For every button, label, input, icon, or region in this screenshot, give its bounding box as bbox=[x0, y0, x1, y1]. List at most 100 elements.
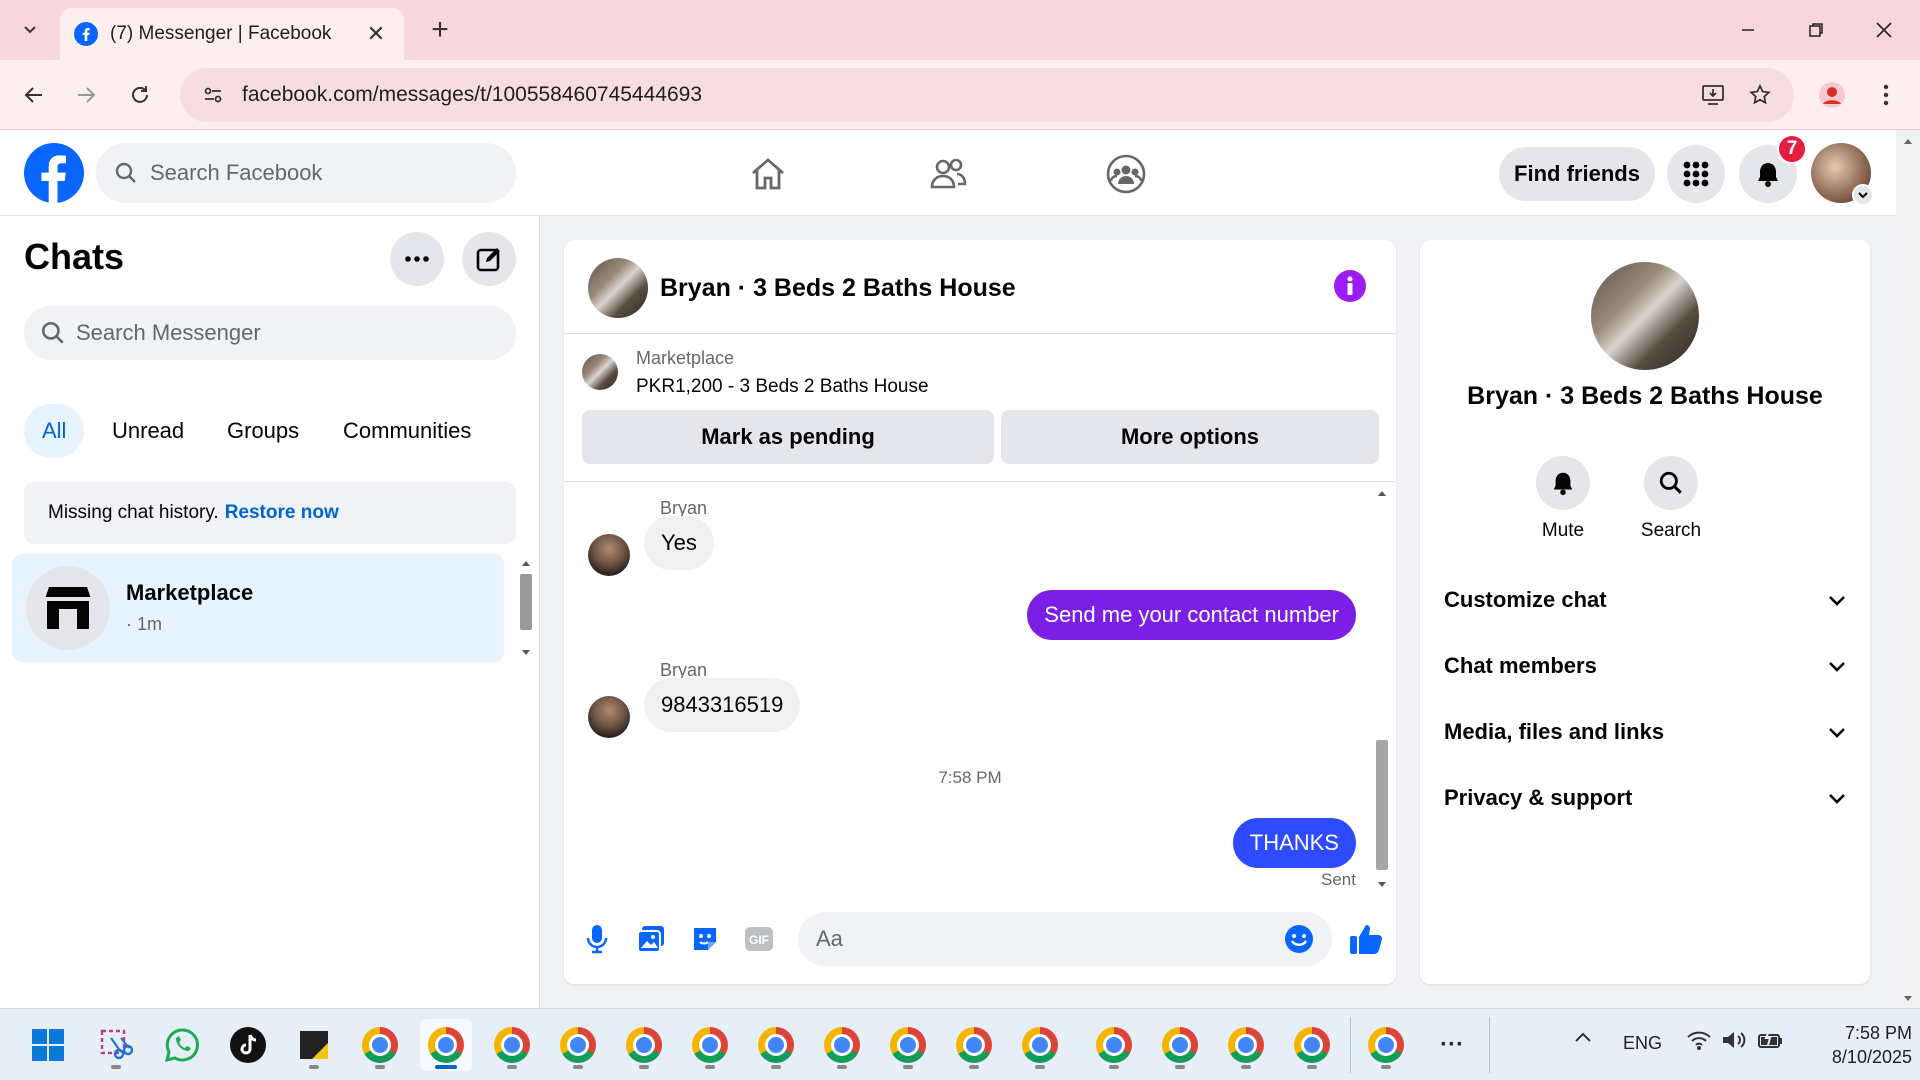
gif-button[interactable]: GIF bbox=[740, 920, 778, 958]
menu-button[interactable] bbox=[1667, 145, 1725, 203]
emoji-icon[interactable] bbox=[1284, 924, 1314, 954]
battery-icon[interactable] bbox=[1757, 1029, 1785, 1051]
tab-list-button[interactable] bbox=[10, 12, 50, 48]
chat-list-item[interactable]: Marketplace · 1m bbox=[12, 554, 504, 662]
tiktok-app[interactable] bbox=[222, 1019, 274, 1071]
chrome-icon bbox=[1096, 1027, 1132, 1063]
filter-groups[interactable]: Groups bbox=[209, 404, 317, 458]
conversation-avatar[interactable] bbox=[588, 258, 648, 318]
show-hidden-icons-button[interactable] bbox=[1574, 1031, 1592, 1043]
chrome-window-active[interactable] bbox=[420, 1019, 472, 1071]
chrome-window[interactable] bbox=[1360, 1019, 1412, 1071]
chrome-window[interactable] bbox=[1014, 1019, 1066, 1071]
messenger-search[interactable] bbox=[24, 306, 516, 360]
filter-communities[interactable]: Communities bbox=[325, 404, 489, 458]
mute-action[interactable]: Mute bbox=[1518, 456, 1608, 542]
messenger-search-input[interactable] bbox=[76, 320, 500, 346]
close-window-button[interactable] bbox=[1860, 10, 1908, 50]
sticker-button[interactable] bbox=[686, 920, 724, 958]
media-files-links-row[interactable]: Media, files and links bbox=[1432, 702, 1858, 762]
site-settings-icon[interactable] bbox=[202, 84, 224, 106]
privacy-support-row[interactable]: Privacy & support bbox=[1432, 768, 1858, 828]
chrome-window[interactable] bbox=[618, 1019, 670, 1071]
volume-icon[interactable] bbox=[1721, 1029, 1747, 1051]
conversation-info-button[interactable] bbox=[1334, 270, 1366, 302]
find-friends-button[interactable]: Find friends bbox=[1499, 147, 1655, 201]
attach-photo-button[interactable] bbox=[632, 920, 670, 958]
start-button[interactable] bbox=[22, 1019, 74, 1071]
address-bar[interactable]: facebook.com/messages/t/1005584607454446… bbox=[180, 68, 1794, 122]
missing-history-notice: Missing chat history. Restore now bbox=[24, 482, 516, 544]
message-bubble-outgoing[interactable]: Send me your contact number bbox=[1027, 590, 1356, 640]
new-message-button[interactable] bbox=[462, 232, 516, 286]
filter-unread[interactable]: Unread bbox=[94, 404, 202, 458]
message-input[interactable] bbox=[816, 926, 1284, 952]
facebook-search-input[interactable] bbox=[150, 160, 498, 186]
page-scrollbar[interactable] bbox=[1896, 130, 1920, 1008]
chat-members-row[interactable]: Chat members bbox=[1432, 636, 1858, 696]
mark-as-pending-button[interactable]: Mark as pending bbox=[582, 410, 994, 464]
home-tab[interactable] bbox=[738, 148, 798, 200]
more-apps-button[interactable]: ··· bbox=[1426, 1019, 1478, 1071]
details-avatar[interactable] bbox=[1591, 262, 1699, 370]
wifi-icon[interactable] bbox=[1686, 1029, 1712, 1051]
chrome-window[interactable] bbox=[1154, 1019, 1206, 1071]
restore-button[interactable] bbox=[1792, 10, 1840, 50]
chrome-window[interactable] bbox=[1088, 1019, 1140, 1071]
chrome-window[interactable] bbox=[882, 1019, 934, 1071]
system-clock[interactable]: 7:58 PM 8/10/2025 bbox=[1794, 1021, 1912, 1069]
new-tab-button[interactable]: + bbox=[424, 13, 456, 46]
chrome-window[interactable] bbox=[1286, 1019, 1338, 1071]
chrome-window[interactable] bbox=[552, 1019, 604, 1071]
restore-now-link[interactable]: Restore now bbox=[225, 502, 339, 524]
install-app-icon[interactable] bbox=[1700, 82, 1726, 108]
forward-button[interactable] bbox=[66, 75, 106, 115]
account-menu-button[interactable] bbox=[1852, 184, 1874, 206]
friends-tab[interactable] bbox=[918, 148, 978, 200]
listing-title[interactable]: PKR1,200 - 3 Beds 2 Baths House bbox=[636, 376, 929, 398]
chrome-window[interactable] bbox=[750, 1019, 802, 1071]
sender-avatar[interactable] bbox=[588, 696, 630, 738]
groups-tab[interactable] bbox=[1096, 148, 1156, 200]
chats-title: Chats bbox=[24, 236, 125, 277]
reload-button[interactable] bbox=[120, 75, 160, 115]
whatsapp-app[interactable] bbox=[156, 1019, 208, 1071]
messages-scrollbar[interactable] bbox=[1372, 484, 1392, 894]
customize-chat-row[interactable]: Customize chat bbox=[1432, 570, 1858, 630]
search-action[interactable]: Search bbox=[1626, 456, 1716, 542]
back-button[interactable] bbox=[14, 75, 54, 115]
snipping-tool-app[interactable] bbox=[90, 1019, 142, 1071]
sender-avatar[interactable] bbox=[588, 534, 630, 576]
tab-close-button[interactable]: ✕ bbox=[362, 20, 390, 48]
minimize-button[interactable] bbox=[1724, 10, 1772, 50]
chrome-window[interactable] bbox=[486, 1019, 538, 1071]
chrome-window[interactable] bbox=[354, 1019, 406, 1071]
like-button[interactable] bbox=[1346, 920, 1386, 958]
chat-list-scrollbar[interactable] bbox=[517, 556, 535, 660]
profile-button[interactable] bbox=[1812, 75, 1852, 115]
message-composer[interactable] bbox=[798, 912, 1332, 966]
bookmark-star-icon[interactable] bbox=[1748, 83, 1772, 107]
listing-thumbnail[interactable] bbox=[582, 354, 618, 390]
message-bubble-incoming[interactable]: 9843316519 bbox=[644, 678, 801, 732]
chrome-window[interactable] bbox=[1220, 1019, 1272, 1071]
chats-options-button[interactable] bbox=[390, 232, 444, 286]
conversation-title[interactable]: Bryan · 3 Beds 2 Baths House bbox=[660, 274, 1016, 303]
language-indicator[interactable]: ENG bbox=[1623, 1033, 1662, 1054]
facebook-search[interactable] bbox=[96, 143, 516, 203]
chrome-window[interactable] bbox=[816, 1019, 868, 1071]
browser-tab[interactable]: (7) Messenger | Facebook ✕ bbox=[60, 8, 404, 60]
message-bubble-incoming[interactable]: Yes bbox=[644, 516, 714, 570]
chrome-window[interactable] bbox=[684, 1019, 736, 1071]
filter-all[interactable]: All bbox=[24, 404, 85, 458]
browser-menu-button[interactable] bbox=[1866, 75, 1906, 115]
microphone-icon bbox=[586, 925, 608, 954]
facebook-logo-icon[interactable] bbox=[24, 143, 84, 203]
sticky-notes-app[interactable] bbox=[288, 1019, 340, 1071]
chrome-icon bbox=[758, 1027, 794, 1063]
chrome-window[interactable] bbox=[948, 1019, 1000, 1071]
sticky-notes-icon bbox=[300, 1031, 328, 1059]
voice-clip-button[interactable] bbox=[578, 920, 616, 958]
more-options-button[interactable]: More options bbox=[1001, 410, 1379, 464]
message-bubble-outgoing[interactable]: THANKS bbox=[1232, 818, 1356, 868]
